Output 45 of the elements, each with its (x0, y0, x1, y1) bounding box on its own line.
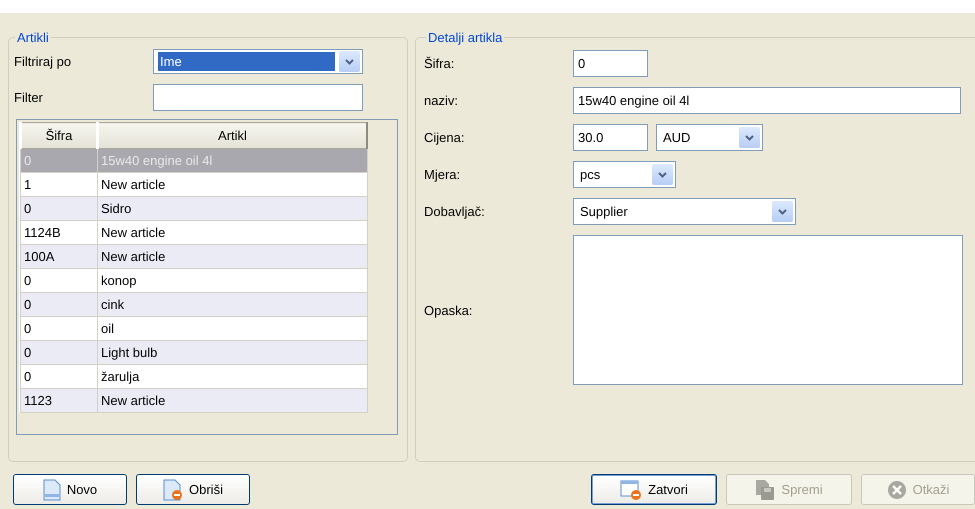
close-window-icon (620, 478, 642, 500)
table-cell: 15w40 engine oil 4l (98, 148, 367, 172)
cancel-icon (886, 480, 907, 500)
new-button[interactable]: Novo (13, 474, 127, 505)
table-cell: New article (98, 244, 367, 268)
table-row[interactable]: 0 Light bulb (20, 340, 367, 364)
input-field[interactable]: 15w40 engine oil 4l (573, 87, 961, 114)
table-row[interactable]: 100A New article (20, 244, 367, 268)
input-field[interactable]: 0 (573, 50, 648, 77)
field-label: Opaska: (424, 302, 472, 318)
delete-button[interactable]: Obriši (136, 474, 250, 505)
dropdown[interactable]: Ime (153, 49, 363, 74)
close-button[interactable]: Zatvori (591, 474, 717, 505)
field-label: Filter (14, 90, 44, 105)
input-field[interactable] (153, 84, 363, 111)
table-cell: 0 (20, 340, 98, 364)
table-row[interactable]: 1123 New article (20, 388, 367, 412)
table-row[interactable]: 0 cink (20, 292, 367, 316)
field-label: Cijena: (424, 130, 464, 145)
table-cell: 1123 (20, 388, 98, 412)
table-cell: 0 (20, 292, 98, 316)
save-icon (755, 478, 776, 500)
table-row[interactable]: 0 Sidro (20, 196, 367, 220)
table-cell: Light bulb (98, 340, 367, 364)
group-title: Detalji artikla (427, 30, 504, 45)
table-cell: 0 (20, 148, 98, 172)
field-label: Filtriraj po (14, 54, 72, 69)
input-field[interactable]: 30.0 (573, 124, 648, 151)
field-label: naziv: (424, 93, 458, 108)
table-cell: New article (98, 388, 367, 412)
column-header[interactable]: Šifra (20, 122, 98, 148)
column-header[interactable]: Artikl (98, 122, 367, 148)
delete-document-icon (163, 478, 184, 500)
dropdown[interactable]: pcs (573, 161, 676, 188)
field-label: Mjera: (424, 167, 460, 182)
table-cell: Sidro (98, 196, 367, 220)
field-label: Dobavljač: (424, 204, 485, 219)
dropdown[interactable]: Supplier (573, 198, 796, 225)
document-icon (42, 478, 61, 500)
dropdown[interactable]: AUD (656, 124, 763, 151)
table-cell: 100A (20, 244, 98, 268)
group-title: Artikli (16, 30, 50, 45)
table-cell: 0 (20, 196, 98, 220)
table-cell: cink (98, 292, 367, 316)
field-label: Šifra: (424, 56, 454, 71)
